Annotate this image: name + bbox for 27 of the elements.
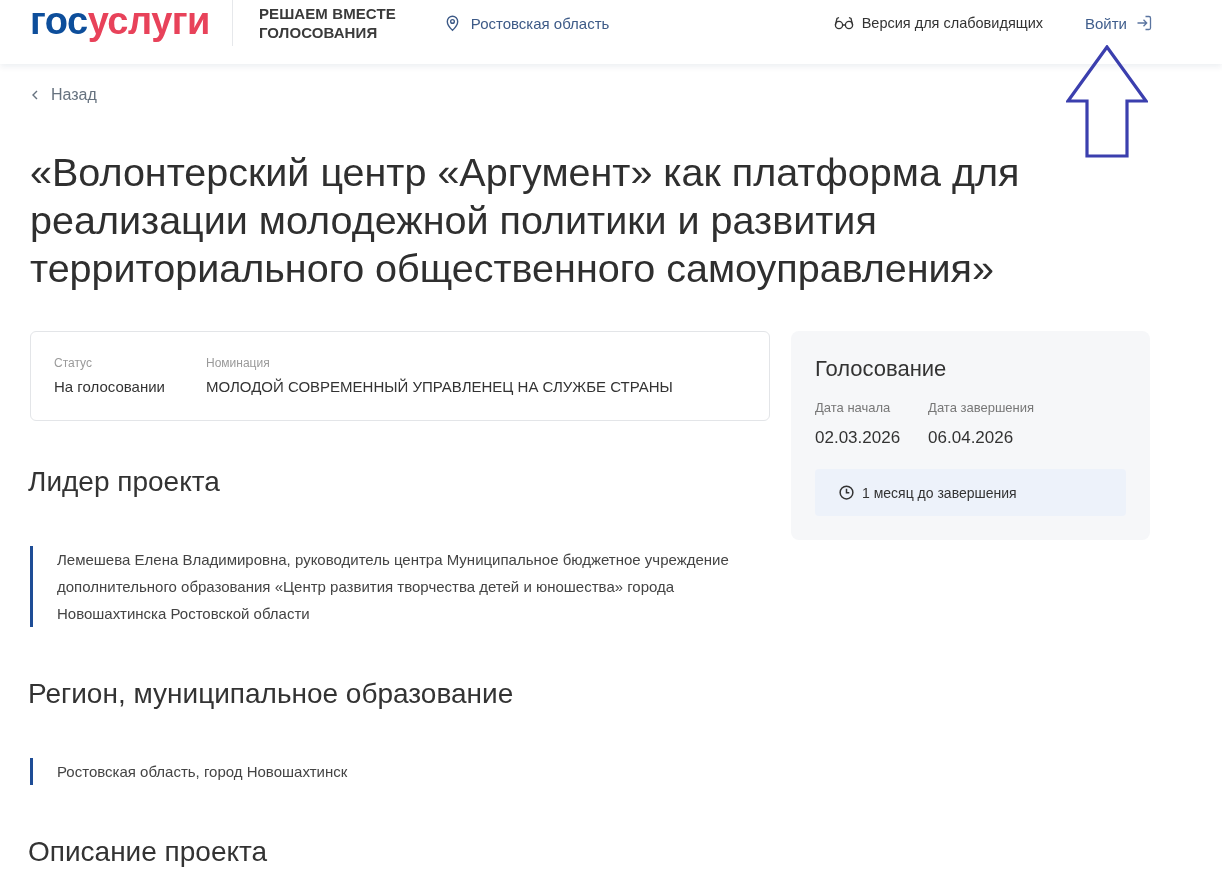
field-value: МОЛОДОЙ СОВРЕМЕННЫЙ УПРАВЛЕНЕЦ НА СЛУЖБЕ СТРАНЫ <box>205 377 673 397</box>
remaining-time-text: 1 месяц до завершения <box>862 484 1017 501</box>
glasses-icon <box>833 16 854 30</box>
section-heading: Регион, муниципальное образование <box>28 677 515 711</box>
logo[interactable]: госуслуги <box>30 1 210 41</box>
voting-title: Голосование <box>815 355 948 383</box>
field-label: Статус <box>54 355 93 371</box>
section-heading: Лидер проекта <box>28 465 221 499</box>
date-value: 02.03.2026 <box>815 427 901 449</box>
location-pin-icon <box>445 14 459 32</box>
project-title: «Волонтерский центр «Аргумент» как платформа для реализации молодежной политики и развития территориального общественного самоуправления» <box>30 149 1021 292</box>
field-label: Номинация <box>205 355 271 371</box>
date-value: 06.04.2026 <box>928 427 1015 449</box>
section-heading: Описание проекта <box>28 835 269 869</box>
back-link[interactable]: Назад <box>30 83 97 107</box>
accessibility-link[interactable]: Версия для слабовидящих <box>833 15 1043 31</box>
field-value: На голосовании <box>54 377 165 397</box>
section-quote: Лемешева Елена Владимировна, руководитель центра Муниципальное бюджетное учреждение дополнительного образования «Центр развития творчества детей и юношества» города Новошахтинска Ростовской области <box>30 546 770 627</box>
clock-icon <box>839 485 854 500</box>
date-label: Дата завершения <box>928 399 1035 417</box>
chevron-left-icon <box>32 90 38 100</box>
login-link[interactable]: Войти <box>1085 14 1152 32</box>
login-icon <box>1136 15 1152 31</box>
service-title: РЕШАЕМ ВМЕСТЕ ГОЛОСОВАНИЯ <box>258 4 396 42</box>
section-quote: Ростовская область, город Новошахтинск <box>30 758 770 785</box>
region-link[interactable]: Ростовская область <box>470 14 610 32</box>
date-label: Дата начала <box>815 399 892 417</box>
